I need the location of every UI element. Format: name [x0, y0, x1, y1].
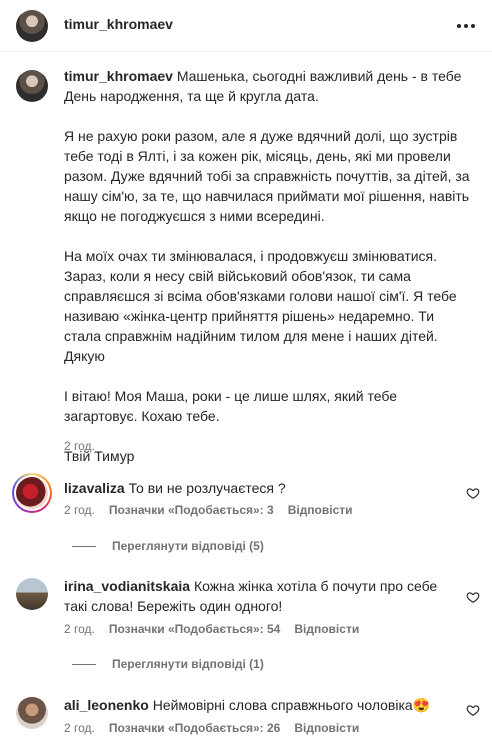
comment-username[interactable]: ali_leonenko — [64, 697, 149, 713]
view-replies-button[interactable]: Переглянути відповіді (1) — [72, 657, 264, 671]
comment-1: lizavaliza То ви не розлучаєтеся ? — [64, 478, 464, 498]
caption-time[interactable]: 2 год. — [64, 439, 95, 453]
comment-time[interactable]: 2 год. — [64, 622, 95, 636]
more-options-icon[interactable] — [454, 14, 478, 38]
comment-meta: 2 год. Позначки «Подобається»: 26 Відповіс… — [64, 721, 359, 735]
post-caption: timur_khromaev Машенька, сьогодні важлив… — [64, 66, 474, 466]
comment-likes[interactable]: Позначки «Подобається»: 3 — [109, 503, 274, 517]
comment-username[interactable]: lizavaliza — [64, 480, 125, 496]
post-header: timur_khromaev — [0, 0, 492, 52]
commenter-avatar-ring[interactable] — [12, 473, 52, 513]
caption-username[interactable]: timur_khromaev — [64, 68, 173, 84]
like-heart-icon[interactable] — [466, 703, 480, 717]
like-heart-icon[interactable] — [466, 486, 480, 500]
comment-3: ali_leonenko Неймовірні слова справжньог… — [64, 695, 464, 715]
comment-text: Неймовірні слова справжнього чоловіка — [152, 697, 413, 713]
view-replies-button[interactable]: Переглянути відповіді (5) — [72, 539, 264, 553]
author-avatar[interactable] — [16, 10, 48, 42]
comment-2: irina_vodianitskaia Кожна жінка хотіла б… — [64, 576, 464, 616]
heart-eyes-emoji: 😍 — [412, 697, 431, 713]
comment-username[interactable]: irina_vodianitskaia — [64, 578, 190, 594]
commenter-avatar — [16, 477, 48, 509]
caption-paragraph: І вітаю! Моя Маша, роки - це лише шлях, … — [64, 388, 398, 424]
commenter-avatar[interactable] — [16, 697, 48, 729]
caption-avatar[interactable] — [16, 70, 48, 102]
commenter-avatar[interactable] — [16, 578, 48, 610]
view-replies-label: Переглянути відповіді (5) — [112, 539, 264, 553]
comment-meta: 2 год. Позначки «Подобається»: 54 Відповіс… — [64, 622, 359, 636]
comment-likes[interactable]: Позначки «Подобається»: 26 — [109, 721, 280, 735]
reply-button[interactable]: Відповісти — [288, 503, 353, 517]
like-heart-icon[interactable] — [466, 590, 480, 604]
comment-time[interactable]: 2 год. — [64, 503, 95, 517]
reply-button[interactable]: Відповісти — [294, 622, 359, 636]
view-replies-label: Переглянути відповіді (1) — [112, 657, 264, 671]
caption-paragraph: Я не рахую роки разом, але я дуже вдячни… — [64, 128, 470, 224]
comment-text: То ви не розлучаєтеся ? — [128, 480, 286, 496]
caption-paragraph: На моїх очах ти змінювалася, і продовжує… — [64, 248, 457, 364]
author-username[interactable]: timur_khromaev — [64, 16, 173, 32]
comment-time[interactable]: 2 год. — [64, 721, 95, 735]
reply-button[interactable]: Відповісти — [294, 721, 359, 735]
caption-signature: Твій Тимур — [64, 448, 135, 464]
comment-likes[interactable]: Позначки «Подобається»: 54 — [109, 622, 280, 636]
comment-meta: 2 год. Позначки «Подобається»: 3 Відповіст… — [64, 503, 353, 517]
